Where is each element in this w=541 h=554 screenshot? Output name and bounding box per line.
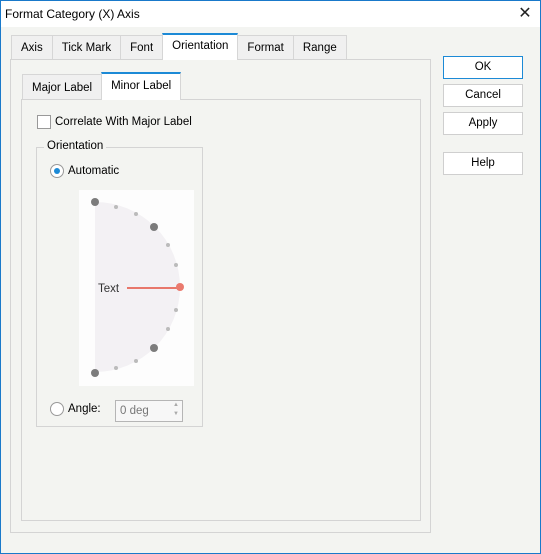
dialog-title: Format Category (X) Axis: [5, 7, 140, 21]
correlate-checkbox[interactable]: [37, 115, 51, 129]
orientation-dial[interactable]: Text: [79, 190, 194, 386]
apply-button[interactable]: Apply: [443, 112, 523, 135]
tab-format[interactable]: Format: [237, 35, 294, 59]
dial-tick[interactable]: [134, 212, 138, 216]
dial-svg: Text: [91, 198, 184, 377]
spin-up-icon[interactable]: ▲: [170, 401, 182, 410]
correlate-label: Correlate With Major Label: [55, 116, 192, 128]
orientation-group-label: Orientation: [44, 140, 107, 152]
dial-point-minus45[interactable]: [150, 344, 158, 352]
automatic-label: Automatic: [68, 165, 120, 177]
dial-point-90[interactable]: [91, 198, 99, 206]
automatic-radio[interactable]: [50, 164, 64, 178]
dial-point-0-selected[interactable]: [176, 283, 184, 291]
automatic-radio-row[interactable]: Automatic: [50, 164, 119, 178]
dial-tick[interactable]: [114, 366, 118, 370]
close-icon[interactable]: ✕: [516, 5, 534, 23]
angle-label: Angle:: [68, 403, 101, 415]
subtab-major-label[interactable]: Major Label: [22, 74, 103, 99]
title-bar: Format Category (X) Axis ✕: [1, 1, 540, 27]
dial-tick[interactable]: [114, 205, 118, 209]
dial-point-minus90[interactable]: [91, 369, 99, 377]
angle-spinner[interactable]: 0 deg ▲ ▼: [115, 400, 183, 422]
tab-range[interactable]: Range: [292, 35, 347, 59]
tab-font[interactable]: Font: [120, 35, 164, 59]
help-button[interactable]: Help: [443, 152, 523, 175]
tab-axis[interactable]: Axis: [11, 35, 53, 59]
angle-radio[interactable]: [50, 402, 64, 416]
dial-tick[interactable]: [174, 263, 178, 267]
tab-tick-mark[interactable]: Tick Mark: [51, 35, 122, 59]
dial-tick[interactable]: [134, 359, 138, 363]
label-subtabs: Major Label Minor Label: [22, 72, 182, 100]
dial-point-45[interactable]: [150, 223, 158, 231]
dial-tick[interactable]: [166, 243, 170, 247]
cancel-button[interactable]: Cancel: [443, 84, 523, 107]
correlate-checkbox-row[interactable]: Correlate With Major Label: [37, 115, 192, 129]
spin-down-icon[interactable]: ▼: [170, 410, 182, 419]
spinner-arrows[interactable]: ▲ ▼: [170, 401, 182, 421]
dial-text-label: Text: [98, 283, 120, 295]
dial-tick[interactable]: [166, 327, 170, 331]
ok-button[interactable]: OK: [443, 56, 523, 79]
angle-radio-row[interactable]: Angle:: [50, 402, 101, 416]
tab-orientation[interactable]: Orientation: [162, 33, 239, 60]
main-tabs: Axis Tick Mark Font Orientation Format R…: [11, 33, 347, 60]
angle-value[interactable]: 0 deg: [120, 405, 149, 417]
subtab-minor-label[interactable]: Minor Label: [101, 72, 182, 100]
dial-tick[interactable]: [174, 308, 178, 312]
